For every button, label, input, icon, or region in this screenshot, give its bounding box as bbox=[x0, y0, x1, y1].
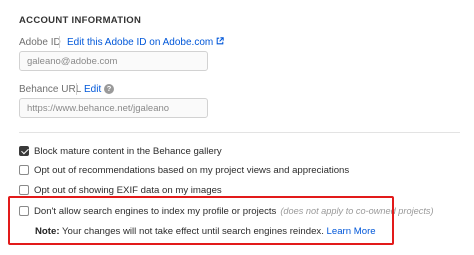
opt-out-recommendations-checkbox[interactable] bbox=[19, 165, 29, 175]
opt-out-recommendations-label: Opt out of recommendations based on my p… bbox=[34, 164, 350, 176]
behance-url-field[interactable] bbox=[19, 98, 208, 118]
adobe-id-separator bbox=[59, 36, 60, 48]
external-link-icon bbox=[216, 37, 224, 45]
edit-adobe-id-label: Edit this Adobe ID on Adobe.com bbox=[67, 37, 214, 48]
opt-out-exif-checkbox[interactable] bbox=[19, 185, 29, 195]
behance-url-separator bbox=[76, 83, 77, 95]
section-divider bbox=[19, 132, 460, 133]
opt-out-exif-label: Opt out of showing EXIF data on my image… bbox=[34, 184, 222, 196]
behance-url-label: Behance URL bbox=[19, 84, 82, 95]
adobe-id-label: Adobe ID bbox=[19, 37, 61, 48]
edit-behance-url-link[interactable]: Edit bbox=[84, 84, 101, 95]
option-block-mature[interactable]: Block mature content in the Behance gall… bbox=[19, 145, 222, 157]
adobe-id-field[interactable] bbox=[19, 51, 208, 71]
section-title: ACCOUNT INFORMATION bbox=[19, 15, 142, 26]
option-opt-out-exif[interactable]: Opt out of showing EXIF data on my image… bbox=[19, 184, 222, 196]
block-mature-checkbox[interactable] bbox=[19, 146, 29, 156]
block-mature-label: Block mature content in the Behance gall… bbox=[34, 145, 222, 157]
edit-adobe-id-link[interactable]: Edit this Adobe ID on Adobe.com bbox=[67, 37, 224, 48]
option-opt-out-recommendations[interactable]: Opt out of recommendations based on my p… bbox=[19, 164, 349, 176]
help-circle-icon[interactable]: ? bbox=[104, 84, 114, 94]
highlight-box bbox=[8, 196, 394, 245]
